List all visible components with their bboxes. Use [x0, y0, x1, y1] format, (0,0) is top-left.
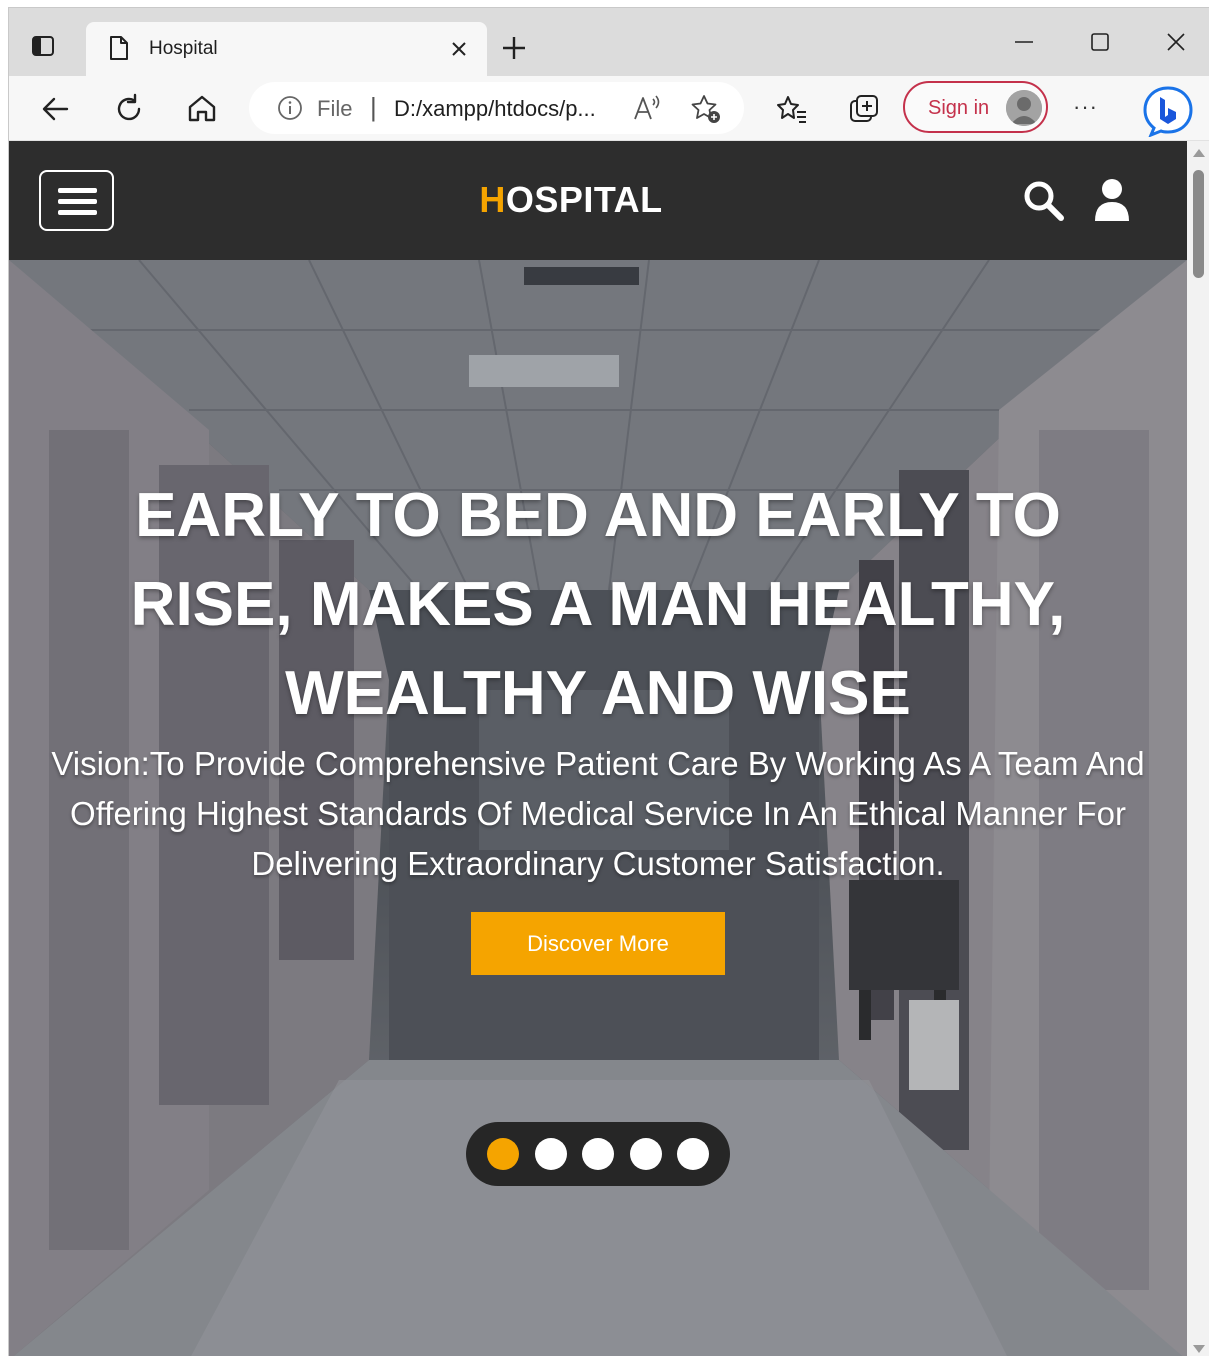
- home-icon[interactable]: [185, 92, 219, 126]
- site-brand[interactable]: HOSPITAL: [9, 179, 1133, 221]
- carousel-dot-5[interactable]: [677, 1138, 709, 1170]
- scroll-up-arrow-icon[interactable]: [1193, 149, 1205, 157]
- carousel-dot-4[interactable]: [630, 1138, 662, 1170]
- sign-in-button[interactable]: Sign in: [903, 81, 1048, 133]
- sign-in-label: Sign in: [928, 97, 990, 119]
- maximize-icon[interactable]: [1088, 30, 1112, 54]
- collections-icon[interactable]: [847, 93, 881, 127]
- refresh-icon[interactable]: [112, 92, 146, 126]
- hero-section: EARLY TO BED AND EARLY TO RISE, MAKES A …: [9, 260, 1187, 1356]
- address-url[interactable]: D:/xampp/htdocs/p...: [394, 96, 596, 122]
- address-separator: |: [370, 92, 377, 122]
- favorites-icon[interactable]: [775, 93, 809, 127]
- search-icon[interactable]: [1022, 179, 1066, 223]
- add-favorite-icon[interactable]: [690, 93, 722, 125]
- address-bar[interactable]: File | D:/xampp/htdocs/p...: [249, 82, 744, 134]
- tab-title: Hospital: [149, 38, 218, 59]
- minimize-icon[interactable]: [1012, 30, 1036, 54]
- discover-more-button[interactable]: Discover More: [471, 912, 725, 975]
- tab-strip: Hospital: [9, 8, 1209, 76]
- carousel-dot-3[interactable]: [582, 1138, 614, 1170]
- brand-rest: OSPITAL: [505, 179, 663, 220]
- tab-actions-icon[interactable]: [31, 34, 55, 58]
- bing-icon[interactable]: [1140, 85, 1196, 137]
- close-icon[interactable]: [449, 39, 469, 59]
- scrollbar-thumb[interactable]: [1193, 170, 1204, 278]
- browser-window: Hospital File | D:/xampp/htdocs/p... Sig…: [8, 7, 1209, 1356]
- page-viewport: HOSPITAL EARLY TO BED AND EARLY TO RISE,…: [9, 141, 1209, 1356]
- hero-heading: EARLY TO BED AND EARLY TO RISE, MAKES A …: [130, 481, 1066, 728]
- carousel-dot-2[interactable]: [535, 1138, 567, 1170]
- info-icon[interactable]: [277, 95, 303, 121]
- avatar: [1006, 90, 1042, 126]
- back-arrow-icon[interactable]: [39, 92, 73, 126]
- browser-toolbar: File | D:/xampp/htdocs/p... Sign in ···: [9, 76, 1209, 141]
- hospital-page: HOSPITAL EARLY TO BED AND EARLY TO RISE,…: [9, 141, 1187, 1356]
- address-scheme-label: File: [317, 96, 353, 121]
- scroll-down-arrow-icon[interactable]: [1193, 1345, 1205, 1353]
- user-icon[interactable]: [1092, 177, 1132, 223]
- vertical-scrollbar[interactable]: [1187, 141, 1209, 1356]
- more-menu-button[interactable]: ···: [1073, 94, 1098, 120]
- tab-hospital[interactable]: Hospital: [86, 22, 487, 76]
- carousel-dot-1[interactable]: [487, 1138, 519, 1170]
- site-navbar: HOSPITAL: [9, 141, 1187, 260]
- read-aloud-icon[interactable]: [632, 94, 662, 122]
- page-icon: [110, 36, 128, 60]
- plus-icon[interactable]: [501, 35, 527, 61]
- window-close-icon[interactable]: [1164, 30, 1188, 54]
- hero-vision-text: Vision:To Provide Comprehensive Patient …: [51, 745, 1145, 882]
- brand-accent-letter: H: [479, 179, 506, 220]
- carousel-indicators: [466, 1122, 730, 1186]
